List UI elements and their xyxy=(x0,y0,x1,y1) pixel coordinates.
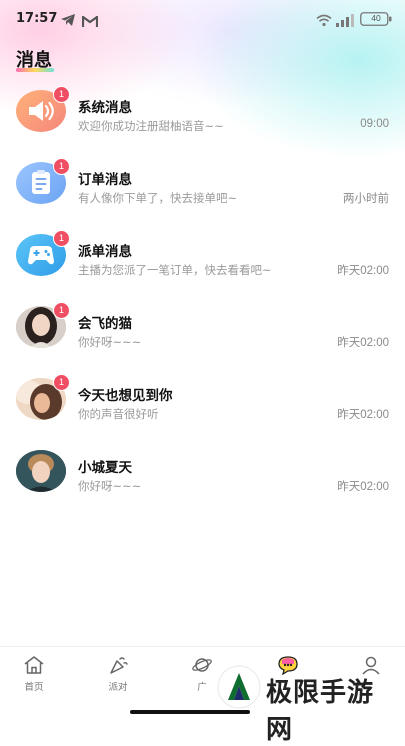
home-icon xyxy=(24,656,44,674)
message-row-user[interactable]: 1 会飞的猫 你好呀~~~ 昨天02:00 xyxy=(0,294,405,366)
status-bar: 17:57 40 xyxy=(0,0,405,38)
watermark-icon xyxy=(217,665,261,709)
status-time: 17:57 xyxy=(16,11,58,26)
user-avatar xyxy=(16,450,66,492)
message-preview: 你好呀~~~ xyxy=(78,335,142,349)
tab-label: 派对 xyxy=(108,682,128,693)
message-preview: 你的声音很好听 xyxy=(78,407,159,421)
tab-home[interactable]: 首页 xyxy=(4,653,64,695)
message-time: 昨天02:00 xyxy=(337,265,389,277)
signal-icon xyxy=(336,12,354,31)
message-row-order[interactable]: 1 订单消息 有人像你下单了，快去接单吧~ 两小时前 xyxy=(0,150,405,222)
message-name: 派单消息 xyxy=(78,244,132,260)
unread-badge: 1 xyxy=(53,302,70,319)
message-time: 09:00 xyxy=(360,118,389,130)
unread-badge: 1 xyxy=(53,374,70,391)
message-preview: 你好呀~~~ xyxy=(78,479,142,493)
watermark-text: 极限手游网 xyxy=(266,678,375,745)
message-name: 系统消息 xyxy=(78,100,132,116)
message-time: 两小时前 xyxy=(343,193,389,205)
message-name: 今天也想见到你 xyxy=(78,388,173,404)
party-icon xyxy=(110,657,128,674)
message-time: 昨天02:00 xyxy=(337,481,389,493)
wifi-icon xyxy=(316,12,332,31)
message-row-user[interactable]: 1 今天也想见到你 你的声音很好听 昨天02:00 xyxy=(0,366,405,438)
message-row-system[interactable]: 1 系统消息 欢迎你成功注册甜柚语音~~ 09:00 xyxy=(0,78,405,150)
message-time: 昨天02:00 xyxy=(337,409,389,421)
telegram-icon xyxy=(60,12,76,31)
message-row-dispatch[interactable]: 1 派单消息 主播为您派了一笔订单，快去看看吧~ 昨天02:00 xyxy=(0,222,405,294)
message-preview: 有人像你下单了，快去接单吧~ xyxy=(78,191,238,205)
home-indicator xyxy=(130,710,250,714)
tab-party[interactable]: 派对 xyxy=(88,653,148,695)
tab-label: 首页 xyxy=(24,682,44,693)
battery-level: 40 xyxy=(371,13,381,23)
unread-badge: 1 xyxy=(53,230,70,247)
message-name: 小城夏天 xyxy=(78,460,132,476)
message-name: 会飞的猫 xyxy=(78,316,132,332)
gmail-icon xyxy=(81,13,99,32)
message-preview: 欢迎你成功注册甜柚语音~~ xyxy=(78,119,224,133)
unread-badge: 1 xyxy=(53,86,70,103)
unread-badge: 1 xyxy=(53,158,70,175)
title-underline xyxy=(16,68,54,72)
message-row-user[interactable]: 小城夏天 你好呀~~~ 昨天02:00 xyxy=(0,438,405,510)
user-photo-icon xyxy=(16,450,66,492)
message-list: 1 系统消息 欢迎你成功注册甜柚语音~~ 09:00 1 订单消息 有人像你下单… xyxy=(0,78,405,510)
message-name: 订单消息 xyxy=(78,172,132,188)
message-time: 昨天02:00 xyxy=(337,337,389,349)
planet-icon xyxy=(192,658,212,672)
watermark-logo: 极限手游网 xyxy=(214,660,400,745)
message-preview: 主播为您派了一笔订单，快去看看吧~ xyxy=(78,263,272,277)
